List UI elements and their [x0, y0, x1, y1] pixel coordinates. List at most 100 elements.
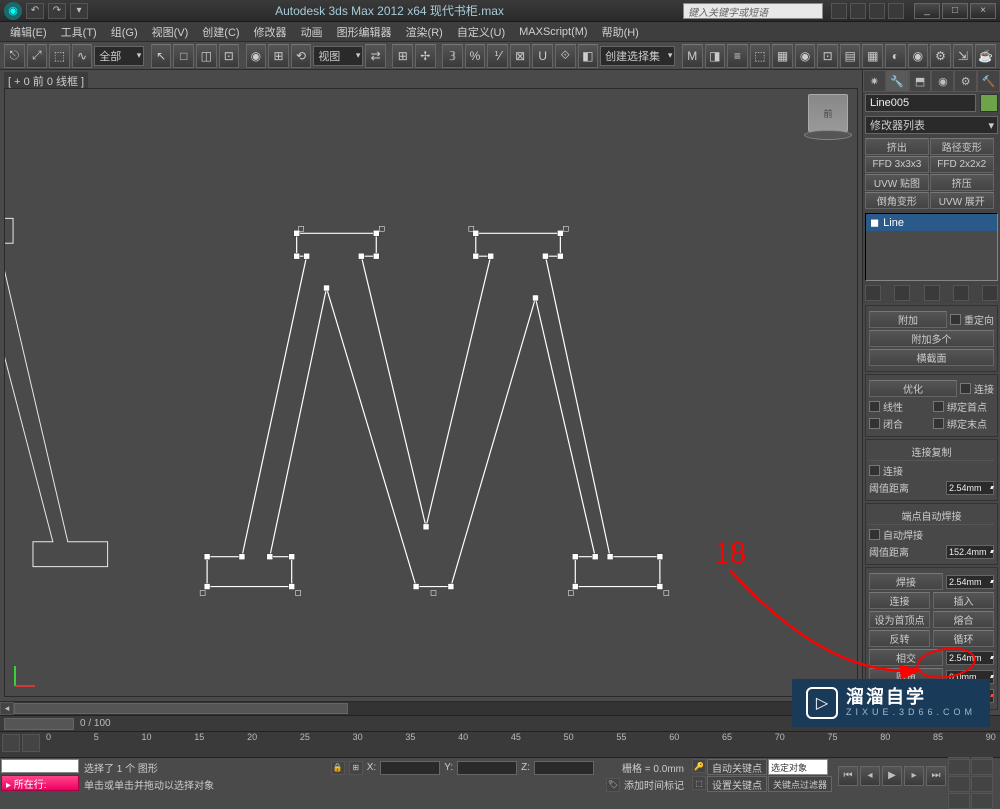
- render-prod-icon[interactable]: ◐: [885, 44, 906, 68]
- insert-button[interactable]: 插入: [933, 592, 994, 609]
- cycle-button[interactable]: 循环: [933, 630, 994, 647]
- menu-views[interactable]: 视图(V): [146, 22, 195, 42]
- tab-display[interactable]: ⚙: [954, 70, 977, 92]
- orbit-view-icon[interactable]: [948, 759, 970, 775]
- align-tool-icon[interactable]: ◨: [705, 44, 726, 68]
- weld-spinner[interactable]: 2.54mm: [946, 575, 994, 589]
- menu-tools[interactable]: 工具(T): [55, 22, 103, 42]
- stack-item-line[interactable]: ◼ Line: [866, 214, 997, 231]
- play-icon[interactable]: ▶: [882, 766, 902, 786]
- script-dropdown[interactable]: [1, 759, 79, 773]
- zoom-view-icon[interactable]: [948, 776, 970, 792]
- fov-icon[interactable]: [971, 793, 993, 809]
- help-icon[interactable]: [869, 3, 885, 19]
- selection-filter-icon[interactable]: ∿: [72, 44, 93, 68]
- attach-button[interactable]: 附加: [869, 311, 947, 328]
- key-filters-button[interactable]: 关键点过滤器: [768, 776, 832, 792]
- snap-toggle-icon[interactable]: 𝟛: [442, 44, 463, 68]
- viewport-area[interactable]: [ + 0 前 0 线框 ]: [0, 70, 862, 715]
- menu-graph-editors[interactable]: 图形编辑器: [331, 22, 398, 42]
- edit-named-sel-icon[interactable]: ⟐: [555, 44, 576, 68]
- material-editor-icon[interactable]: ⊡: [817, 44, 838, 68]
- scroll-thumb[interactable]: [14, 703, 348, 714]
- mod-uvwmap-button[interactable]: UVW 贴图: [865, 174, 929, 191]
- mod-pathdeform-button[interactable]: 路径变形: [930, 138, 994, 155]
- reverse-button[interactable]: 反转: [869, 630, 930, 647]
- mod-extrude-button[interactable]: 挤出: [865, 138, 929, 155]
- track-ruler[interactable]: 0 5 10 15 20 25 30 35 40 45 50 55 60 65 …: [42, 732, 1000, 757]
- key-mode-icon[interactable]: ⬚: [692, 776, 706, 790]
- menu-maxscript[interactable]: MAXScript(M): [513, 24, 593, 40]
- x-coord-field[interactable]: [380, 761, 440, 775]
- key-filter-dropdown[interactable]: 选定对象: [768, 759, 828, 775]
- zoom-all-icon[interactable]: [971, 776, 993, 792]
- auto-key-button[interactable]: 自动关键点: [707, 759, 767, 775]
- show-end-result-icon[interactable]: [894, 285, 910, 301]
- teapot-render-icon[interactable]: ☕: [975, 44, 996, 68]
- cross-section-button[interactable]: 横截面: [869, 349, 994, 366]
- make-unique-icon[interactable]: [924, 285, 940, 301]
- next-frame-icon[interactable]: ▸: [904, 766, 924, 786]
- select-region-icon[interactable]: ◫: [196, 44, 217, 68]
- menu-animation[interactable]: 动画: [295, 22, 329, 42]
- render-setup-icon[interactable]: ▤: [840, 44, 861, 68]
- modifier-stack[interactable]: ◼ Line: [865, 213, 998, 281]
- tab-hierarchy[interactable]: ⬒: [909, 70, 932, 92]
- manipulate-icon[interactable]: ⊞: [392, 44, 413, 68]
- named-sel-set-dropdown[interactable]: 创建选择集: [600, 46, 675, 66]
- prev-frame-icon[interactable]: ◂: [860, 766, 880, 786]
- angle-snap-icon[interactable]: %: [465, 44, 486, 68]
- bind-last-checkbox[interactable]: [933, 418, 944, 429]
- trackbar-filter-icon[interactable]: [22, 734, 40, 752]
- location-button[interactable]: ▸ 所在行:: [1, 775, 79, 791]
- object-color-swatch[interactable]: [980, 94, 998, 112]
- unlink-tool-icon[interactable]: ⤢: [27, 44, 48, 68]
- modifier-list-dropdown[interactable]: 修改器列表: [865, 116, 998, 134]
- reorient-checkbox[interactable]: [950, 314, 961, 325]
- undo-button[interactable]: ↶: [26, 3, 44, 19]
- menu-edit[interactable]: 编辑(E): [4, 22, 53, 42]
- lock-icon[interactable]: 🔒: [331, 761, 345, 775]
- select-by-name-icon[interactable]: □: [173, 44, 194, 68]
- help-search-input[interactable]: 键入关键字或短语: [683, 3, 823, 19]
- stack-expand-icon[interactable]: ◼: [870, 216, 879, 229]
- ref-coord-dropdown[interactable]: 视图: [313, 46, 363, 66]
- window-crossing-icon[interactable]: ⊡: [219, 44, 240, 68]
- comm-center-icon[interactable]: [831, 3, 847, 19]
- percent-snap-icon[interactable]: ⅟: [487, 44, 508, 68]
- linear-checkbox[interactable]: [869, 401, 880, 412]
- connect-button[interactable]: 连接: [869, 592, 930, 609]
- mod-squeeze-button[interactable]: 挤压: [930, 174, 994, 191]
- select-object-icon[interactable]: ↖: [151, 44, 172, 68]
- tab-create[interactable]: ✷: [863, 70, 886, 92]
- remove-modifier-icon[interactable]: [953, 285, 969, 301]
- bind-first-checkbox[interactable]: [933, 401, 944, 412]
- scroll-left-icon[interactable]: ◂: [0, 702, 14, 715]
- mod-ffd222-button[interactable]: FFD 2x2x2: [930, 156, 994, 173]
- render-last-icon[interactable]: ⇲: [953, 44, 974, 68]
- menu-customize[interactable]: 自定义(U): [451, 22, 511, 42]
- tab-utilities[interactable]: 🔨: [977, 70, 1000, 92]
- favorites-icon[interactable]: [850, 3, 866, 19]
- link-tool-icon[interactable]: ⎋: [4, 44, 25, 68]
- configure-sets-icon[interactable]: [982, 285, 998, 301]
- zoom-extents-icon[interactable]: [948, 793, 970, 809]
- quick-dropdown[interactable]: ▾: [70, 3, 88, 19]
- close-button[interactable]: ×: [970, 3, 996, 19]
- viewcube-base[interactable]: [804, 130, 852, 140]
- scale-tool-icon[interactable]: ⟲: [291, 44, 312, 68]
- max-viewport-icon[interactable]: [971, 759, 993, 775]
- snap-magnet-icon[interactable]: U: [532, 44, 553, 68]
- auto-weld-checkbox[interactable]: [869, 529, 880, 540]
- pivot-center-icon[interactable]: ⇄: [365, 44, 386, 68]
- viewport-front[interactable]: [4, 88, 858, 697]
- viewcube[interactable]: 前: [808, 94, 848, 132]
- layers-icon[interactable]: ≡: [727, 44, 748, 68]
- y-coord-field[interactable]: [457, 761, 517, 775]
- threshold2-spinner[interactable]: 152.4mm: [946, 545, 994, 559]
- rotate-tool-icon[interactable]: ⊞: [268, 44, 289, 68]
- bind-space-warp-icon[interactable]: ⬚: [49, 44, 70, 68]
- optimize-button[interactable]: 优化: [869, 380, 957, 397]
- selection-filter-dropdown[interactable]: 全部: [94, 46, 144, 66]
- menu-group[interactable]: 组(G): [105, 22, 144, 42]
